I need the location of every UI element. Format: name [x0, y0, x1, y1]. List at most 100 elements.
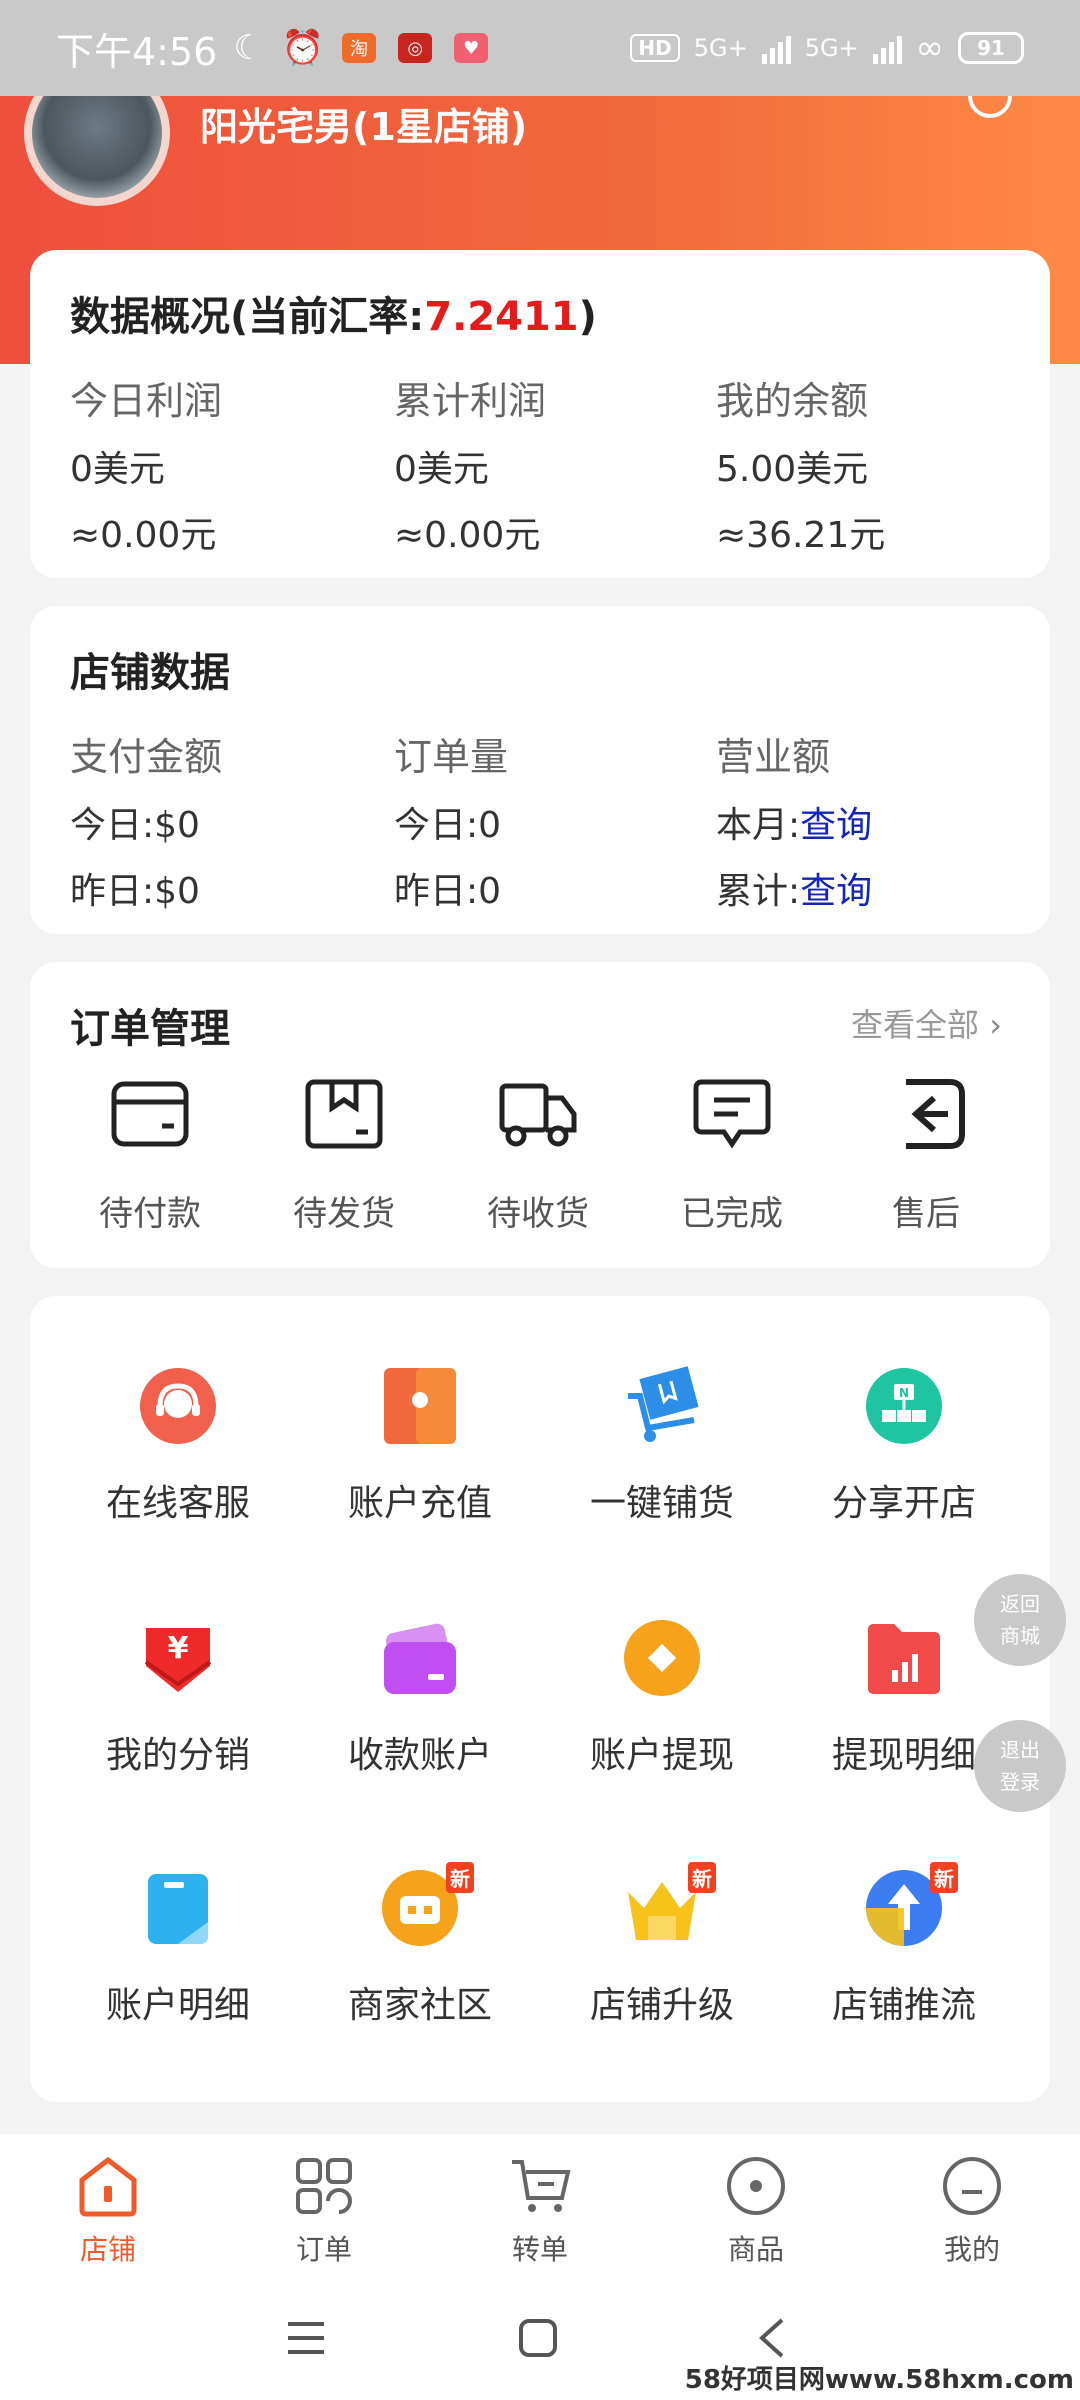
- grid-icon: [292, 2154, 356, 2218]
- message-icon: [692, 1078, 772, 1150]
- tool-shop-promotion-label: 店铺推流: [831, 1985, 976, 2026]
- signal-icon-2: [872, 32, 902, 64]
- system-nav-bar: 58好项目网www.58hxm.com: [0, 2270, 1080, 2400]
- total-profit-label: 累计利润: [394, 379, 547, 423]
- network-label-2: 5G+: [804, 34, 859, 62]
- logout-line2: 登录: [1000, 1770, 1040, 1794]
- revenue-total-prefix: 累计:: [716, 871, 801, 912]
- revenue-total: 累计:查询: [716, 862, 872, 914]
- order-count-label: 订单量: [394, 735, 509, 779]
- tool-shop-upgrade[interactable]: 新 店铺升级: [562, 1862, 762, 2028]
- card-icon: [380, 1618, 460, 1698]
- chevron-right-icon: ›: [989, 1006, 1002, 1044]
- status-bar: 下午4:56 ☾ ⏰ 淘 ◎ ♥ HD 5G+ 5G+ ∞ 91: [0, 0, 1080, 96]
- order-after-sale[interactable]: 售后: [846, 1078, 1006, 1235]
- network-label-1: 5G+: [693, 34, 748, 62]
- revenue-total-query-link[interactable]: 查询: [800, 871, 872, 912]
- order-pending-ship[interactable]: 待发货: [264, 1078, 424, 1235]
- order-pending-receive[interactable]: 待收货: [458, 1078, 618, 1235]
- tools-card: 在线客服 账户充值 一键铺货 N 分享开店 ¥ 我的分销 收款账户 账户提现 提…: [30, 1296, 1050, 2102]
- store-icon: [76, 2154, 140, 2218]
- tool-customer-service[interactable]: 在线客服: [78, 1366, 278, 1526]
- order-pending-payment[interactable]: 待付款: [70, 1078, 230, 1235]
- revenue-month-query-link[interactable]: 查询: [800, 805, 872, 846]
- nav-products[interactable]: 商品: [648, 2134, 864, 2270]
- back-to-mall-line1: 返回: [1000, 1592, 1040, 1616]
- tool-distribution-label: 我的分销: [105, 1735, 250, 1776]
- cart-box-icon: [622, 1366, 702, 1446]
- see-all-link[interactable]: 查看全部 ›: [851, 1000, 1002, 1046]
- data-overview-card: 数据概况(当前汇率:7.2411) 今日利润 0美元 ≈0.00元 累计利润 0…: [30, 250, 1050, 578]
- order-pending-ship-label: 待发货: [293, 1194, 395, 1234]
- order-count-yesterday: 昨日:0: [394, 871, 502, 912]
- tool-distribution[interactable]: ¥ 我的分销: [78, 1618, 278, 1778]
- overview-title-suffix: ): [578, 294, 597, 340]
- see-all-label: 查看全部: [851, 1006, 980, 1044]
- order-completed[interactable]: 已完成: [652, 1078, 812, 1235]
- tool-withdraw-detail[interactable]: 提现明细: [804, 1618, 1004, 1778]
- exchange-rate: 7.2411: [424, 294, 579, 340]
- back-to-mall-button[interactable]: 返回 商城: [974, 1574, 1066, 1666]
- balance-cny: ≈36.21元: [716, 515, 886, 556]
- tool-shop-upgrade-label: 店铺升级: [589, 1985, 734, 2026]
- shop-name: 阳光宅男(1星店铺): [200, 105, 528, 149]
- upstream-icon: 新: [864, 1862, 958, 1948]
- nav-store[interactable]: 店铺: [0, 2134, 216, 2270]
- tool-one-click-stock[interactable]: 一键铺货: [562, 1366, 762, 1526]
- tool-payee-account[interactable]: 收款账户: [320, 1618, 520, 1778]
- recharge-icon: [380, 1366, 460, 1446]
- today-profit-cny: ≈0.00元: [70, 515, 217, 556]
- circle-dot-icon: [724, 2154, 788, 2218]
- alarm-icon: ⏰: [281, 28, 325, 68]
- logout-button[interactable]: 退出 登录: [974, 1720, 1066, 1812]
- link-icon: ∞: [915, 28, 944, 68]
- nav-products-label: 商品: [727, 2233, 784, 2266]
- order-management-title: 订单管理: [70, 1006, 230, 1052]
- tool-shop-promotion[interactable]: 新 店铺推流: [804, 1862, 1004, 2028]
- total-profit-cny: ≈0.00元: [394, 515, 541, 556]
- tool-payee-account-label: 收款账户: [347, 1735, 492, 1776]
- heart-app-icon: ♥: [454, 33, 489, 63]
- status-right: HD 5G+ 5G+ ∞ 91: [630, 28, 1024, 68]
- taobao-app-icon: 淘: [342, 33, 377, 63]
- overview-title: 数据概况(当前汇率:7.2411): [70, 284, 597, 342]
- nav-orders[interactable]: 订单: [216, 2134, 432, 2270]
- tool-merchant-community-label: 商家社区: [347, 1985, 492, 2026]
- community-icon: 新: [380, 1862, 474, 1948]
- back-to-mall-line2: 商城: [1000, 1624, 1040, 1648]
- hd-icon: HD: [630, 34, 680, 62]
- pay-amount-label: 支付金额: [70, 735, 223, 779]
- balance-usd: 5.00美元: [716, 449, 869, 490]
- pay-amount-yesterday: 昨日:$0: [70, 871, 200, 912]
- tool-merchant-community[interactable]: 新 商家社区: [320, 1862, 520, 2028]
- back-icon[interactable]: [756, 2316, 788, 2364]
- order-pending-payment-label: 待付款: [99, 1194, 201, 1234]
- tool-customer-service-label: 在线客服: [105, 1483, 250, 1524]
- nav-orders-label: 订单: [295, 2233, 352, 2266]
- status-time: 下午4:56: [56, 29, 218, 74]
- logout-line1: 退出: [1000, 1738, 1040, 1762]
- face-icon: [940, 2154, 1004, 2218]
- detail-icon: [138, 1868, 218, 1948]
- total-profit-usd: 0美元: [394, 449, 489, 490]
- nav-mine[interactable]: 我的: [864, 2134, 1080, 2270]
- message-icon[interactable]: [968, 96, 1012, 118]
- tool-withdraw[interactable]: 账户提现: [562, 1618, 762, 1778]
- distribution-icon: ¥: [138, 1618, 218, 1698]
- nav-transfer[interactable]: 转单: [432, 2134, 648, 2270]
- tool-recharge-label: 账户充值: [347, 1483, 492, 1524]
- signal-icon: [761, 32, 791, 64]
- tool-recharge[interactable]: 账户充值: [320, 1366, 520, 1526]
- moon-icon: ☾: [233, 28, 264, 68]
- today-profit-label: 今日利润: [70, 379, 223, 423]
- cart-icon: [508, 2154, 572, 2218]
- new-badge: 新: [688, 1862, 716, 1893]
- tool-share-shop[interactable]: N 分享开店: [804, 1366, 1004, 1526]
- new-badge: 新: [446, 1862, 474, 1893]
- withdraw-icon: [622, 1618, 702, 1698]
- home-icon[interactable]: [518, 2318, 558, 2362]
- menu-icon[interactable]: [286, 2318, 326, 2362]
- tool-account-detail[interactable]: 账户明细: [78, 1868, 278, 2028]
- customer-service-icon: [138, 1366, 218, 1446]
- new-badge: 新: [930, 1862, 958, 1893]
